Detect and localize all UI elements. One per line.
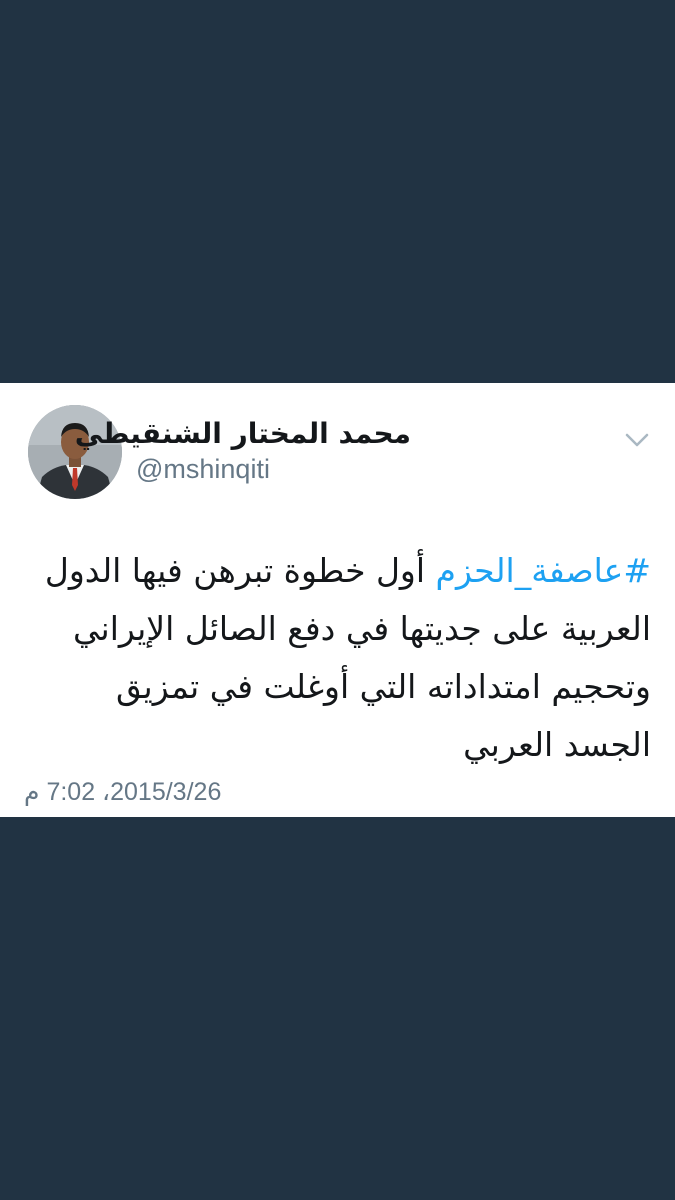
tweet-text-segment: أول خطوة تبرهن فيها الدول xyxy=(44,551,436,590)
tweet-text-line: وتحجيم امتداداته التي أوغلت في تمزيق xyxy=(116,667,651,706)
author-display-name[interactable]: محمد المختار الشنقيطي xyxy=(75,416,411,452)
tweet-text-line: الجسد العربي xyxy=(463,725,651,764)
chevron-down-icon[interactable] xyxy=(622,428,652,452)
hashtag-link[interactable]: #عاصفة_الحزم xyxy=(436,551,651,590)
tweet-text-line: #عاصفة_الحزم أول خطوة تبرهن فيها الدول xyxy=(21,542,651,600)
tweet-text: #عاصفة_الحزم أول خطوة تبرهن فيها الدول ا… xyxy=(21,542,651,774)
author-handle[interactable]: @mshinqiti xyxy=(136,452,270,486)
tweet-timestamp[interactable]: 2015/3/26، 7:02 م xyxy=(24,776,221,808)
tweet-text-line: العربية على جديتها في دفع الصائل الإيران… xyxy=(73,609,651,648)
